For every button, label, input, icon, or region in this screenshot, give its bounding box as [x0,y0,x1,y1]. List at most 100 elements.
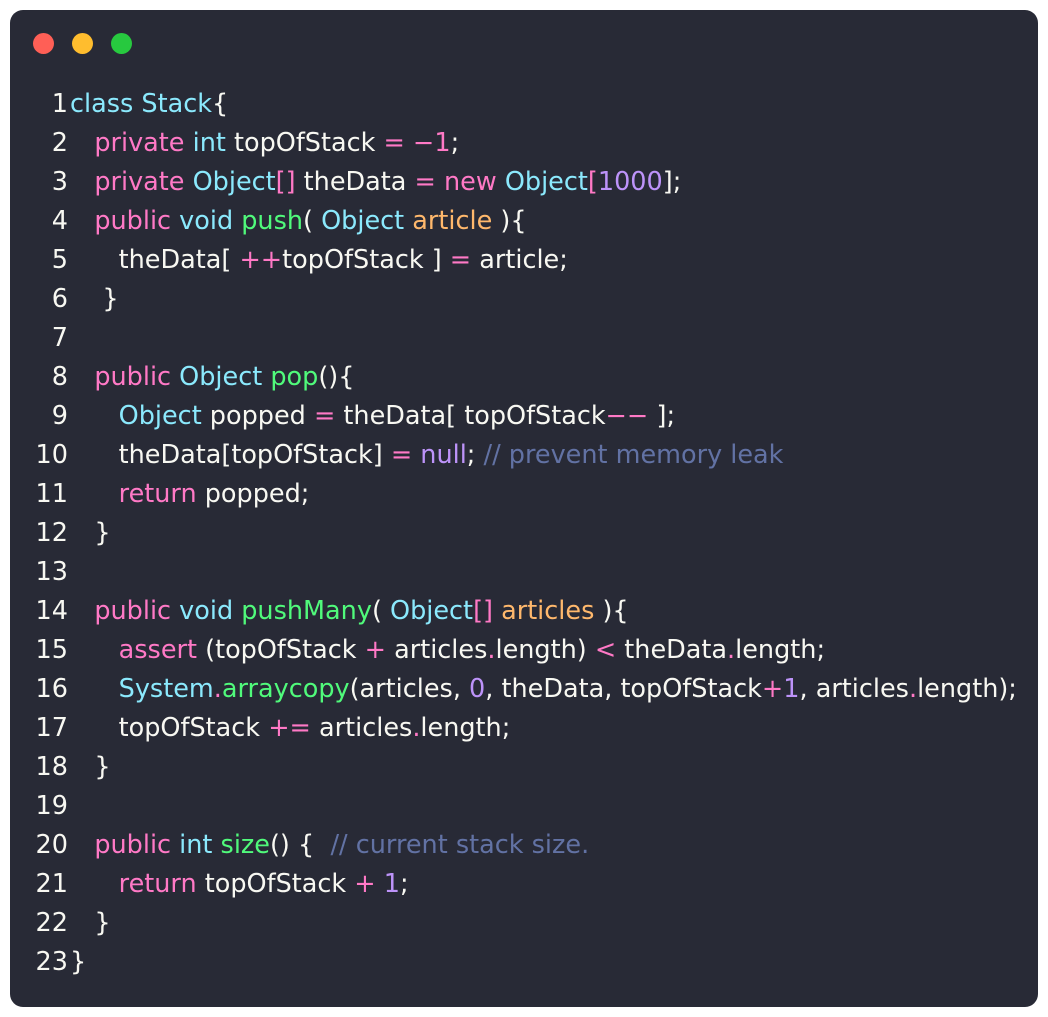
code-token-text: theData[ [70,245,240,275]
code-window: 1 class Stack{2 private int topOfStack = … [10,10,1038,1007]
code-token-text: articles [310,713,413,743]
line-number: 14 [35,596,68,626]
code-token-text: , theData, topOfStack [485,674,762,704]
code-token-keyword: new [444,167,497,197]
line-number: 8 [51,362,68,392]
line-number: 11 [35,479,68,509]
code-token-keyword: += [268,713,311,743]
code-token-text: popped; [196,479,310,509]
code-token-type: int [179,830,213,860]
window-controls [33,33,132,55]
code-token-keyword: + [364,635,386,665]
code-line: 12 } [10,514,1038,553]
code-token-function: push [241,206,304,236]
code-token-text: } [70,752,111,782]
code-line: 19 [10,787,1038,826]
code-token-text: theData[topOfStack] [70,440,391,470]
code-line: 17 topOfStack += articles.length; [10,709,1038,748]
line-number: 22 [35,908,68,938]
line-number: 9 [51,401,68,431]
line-number: 2 [51,128,68,158]
code-token-number: 1000 [597,167,663,197]
code-token-type: Object [504,167,588,197]
code-token-text: (topOfStack [197,635,365,665]
code-line: 15 assert (topOfStack + articles. length)… [10,631,1038,670]
line-number: 6 [51,284,68,314]
line-number: 16 [35,674,68,704]
code-token-function: pop [270,362,319,392]
line-number: 7 [51,323,68,353]
code-token-type: Object [118,401,202,431]
line-source: } [70,943,86,982]
code-token-text: ( [303,206,322,236]
code-token-type: System [118,674,214,704]
code-token-type: void [179,206,234,236]
zoom-button[interactable] [111,33,132,54]
line-source: theData[ ++topOfStack ] = article; [70,241,568,280]
line-source: class Stack{ [70,85,228,124]
code-token-keyword: + [761,674,784,704]
line-number: 19 [35,791,68,821]
code-token-keyword: ++ [239,245,283,275]
line-source: } [70,280,118,319]
code-line: 2 private int topOfStack = −1; [10,124,1038,163]
code-line: 3 private Object[] theData = new Object[… [10,163,1038,202]
code-line: 11 return popped; [10,475,1038,514]
code-line: 5 theData[ ++topOfStack ] = article; [10,241,1038,280]
line-source: public void push( Object article ){ [70,202,526,241]
code-token-text: theData[ topOfStack [335,401,606,431]
code-token-keyword: −− [605,401,649,431]
code-line: 13 [10,553,1038,592]
code-token-type: int [192,128,226,158]
code-line: 1 class Stack{ [10,85,1038,124]
code-token-comment: // current stack size. [330,830,590,860]
line-number: 23 [35,947,68,977]
line-number: 5 [51,245,68,275]
code-token-keyword: = [390,440,413,470]
code-token-type: Object [192,167,276,197]
code-token-text: theData [616,635,728,665]
code-token-keyword: return [118,869,197,899]
code-token-keyword: = [414,167,436,197]
code-token-text: ]; [648,401,676,431]
code-token-text: length) [495,635,595,665]
code-token-text: ]; [662,167,682,197]
code-token-text: (articles, [349,674,470,704]
code-token-keyword: public [94,206,172,236]
code-token-keyword: public [94,362,172,392]
code-token-keyword: = [449,245,472,275]
line-source: public Object pop(){ [70,358,354,397]
code-token-comment: // prevent memory leak [483,440,784,470]
code-token-number: 1 [783,674,800,704]
minimize-button[interactable] [72,33,93,54]
line-source: } [70,904,110,943]
code-token-function: size [220,830,270,860]
code-token-text: topOfStack [70,713,269,743]
code-token-type: Object [179,362,263,392]
code-token-text: popped [201,401,314,431]
code-token-keyword: [] [473,596,493,626]
code-token-text: { [212,89,229,119]
code-line: 16 System.arraycopy(articles, 0, theData… [10,670,1038,709]
code-token-keyword: = [383,128,405,158]
code-line: 9 Object popped = theData[ topOfStack−− … [10,397,1038,436]
code-token-keyword: return [118,479,197,509]
code-token-keyword: [ [587,167,598,197]
line-source: return popped; [70,475,310,514]
close-button[interactable] [33,33,54,54]
code-token-text: article; [471,245,568,275]
code-token-text: () { [269,830,331,860]
code-line: 21 return topOfStack + 1; [10,865,1038,904]
